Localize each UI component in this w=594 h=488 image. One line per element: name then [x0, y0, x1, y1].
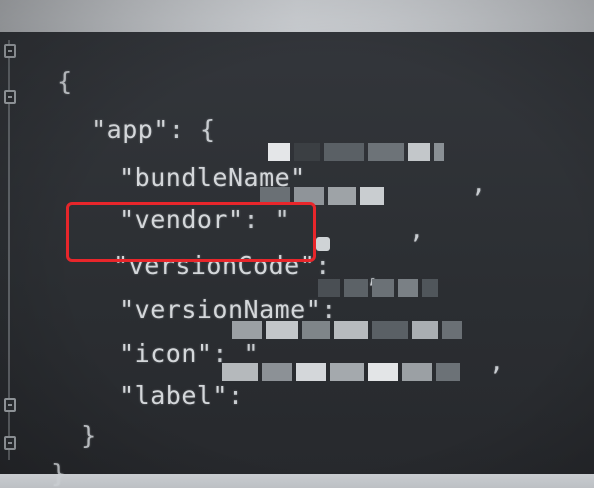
inner-close-brace: }: [81, 421, 97, 450]
fold-toggle-icon[interactable]: [4, 44, 16, 58]
redacted-value: [232, 320, 462, 340]
code-line-label: "label":: [88, 352, 244, 410]
redacted-value: [318, 278, 438, 298]
key-label: "label": [119, 381, 228, 410]
vendor-comma: ,: [378, 186, 425, 244]
comma: ,: [489, 347, 505, 376]
comma: ,: [471, 169, 487, 198]
fold-toggle-icon[interactable]: [4, 398, 16, 412]
icon-comma: ,: [458, 318, 505, 376]
label-colon: :: [227, 381, 244, 410]
code-line-outer-close: }: [20, 430, 67, 488]
highlight-annotation-box: [66, 202, 316, 262]
fold-toggle-icon[interactable]: [4, 90, 16, 104]
redacted-value: [222, 362, 460, 382]
bundle-name-comma: ,: [440, 140, 487, 198]
redacted-value: [316, 234, 330, 254]
redacted-value: [268, 142, 444, 162]
fold-toggle-icon[interactable]: [4, 436, 16, 450]
comma: ,: [409, 215, 425, 244]
